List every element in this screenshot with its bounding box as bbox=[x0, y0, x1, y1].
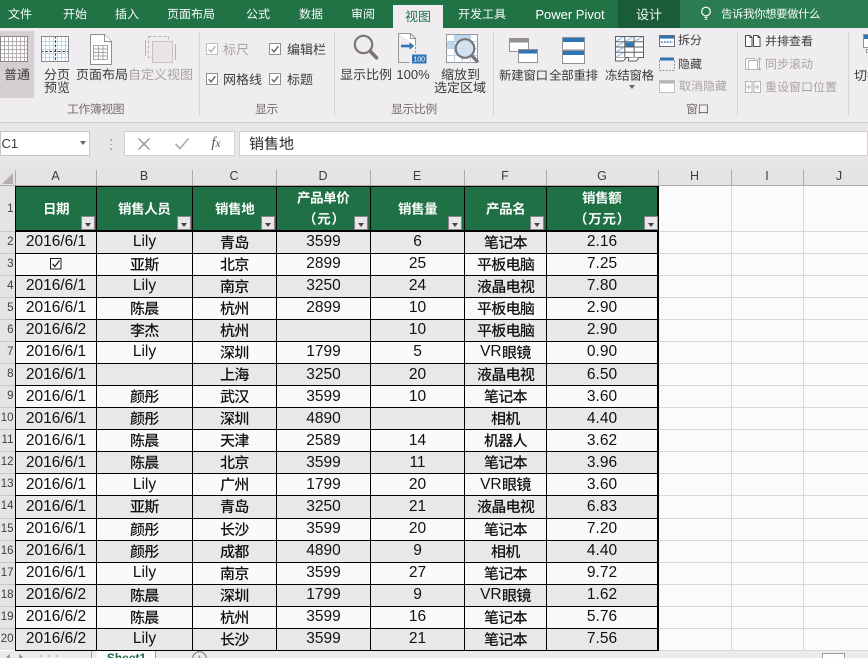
svg-text:100: 100 bbox=[413, 57, 425, 64]
